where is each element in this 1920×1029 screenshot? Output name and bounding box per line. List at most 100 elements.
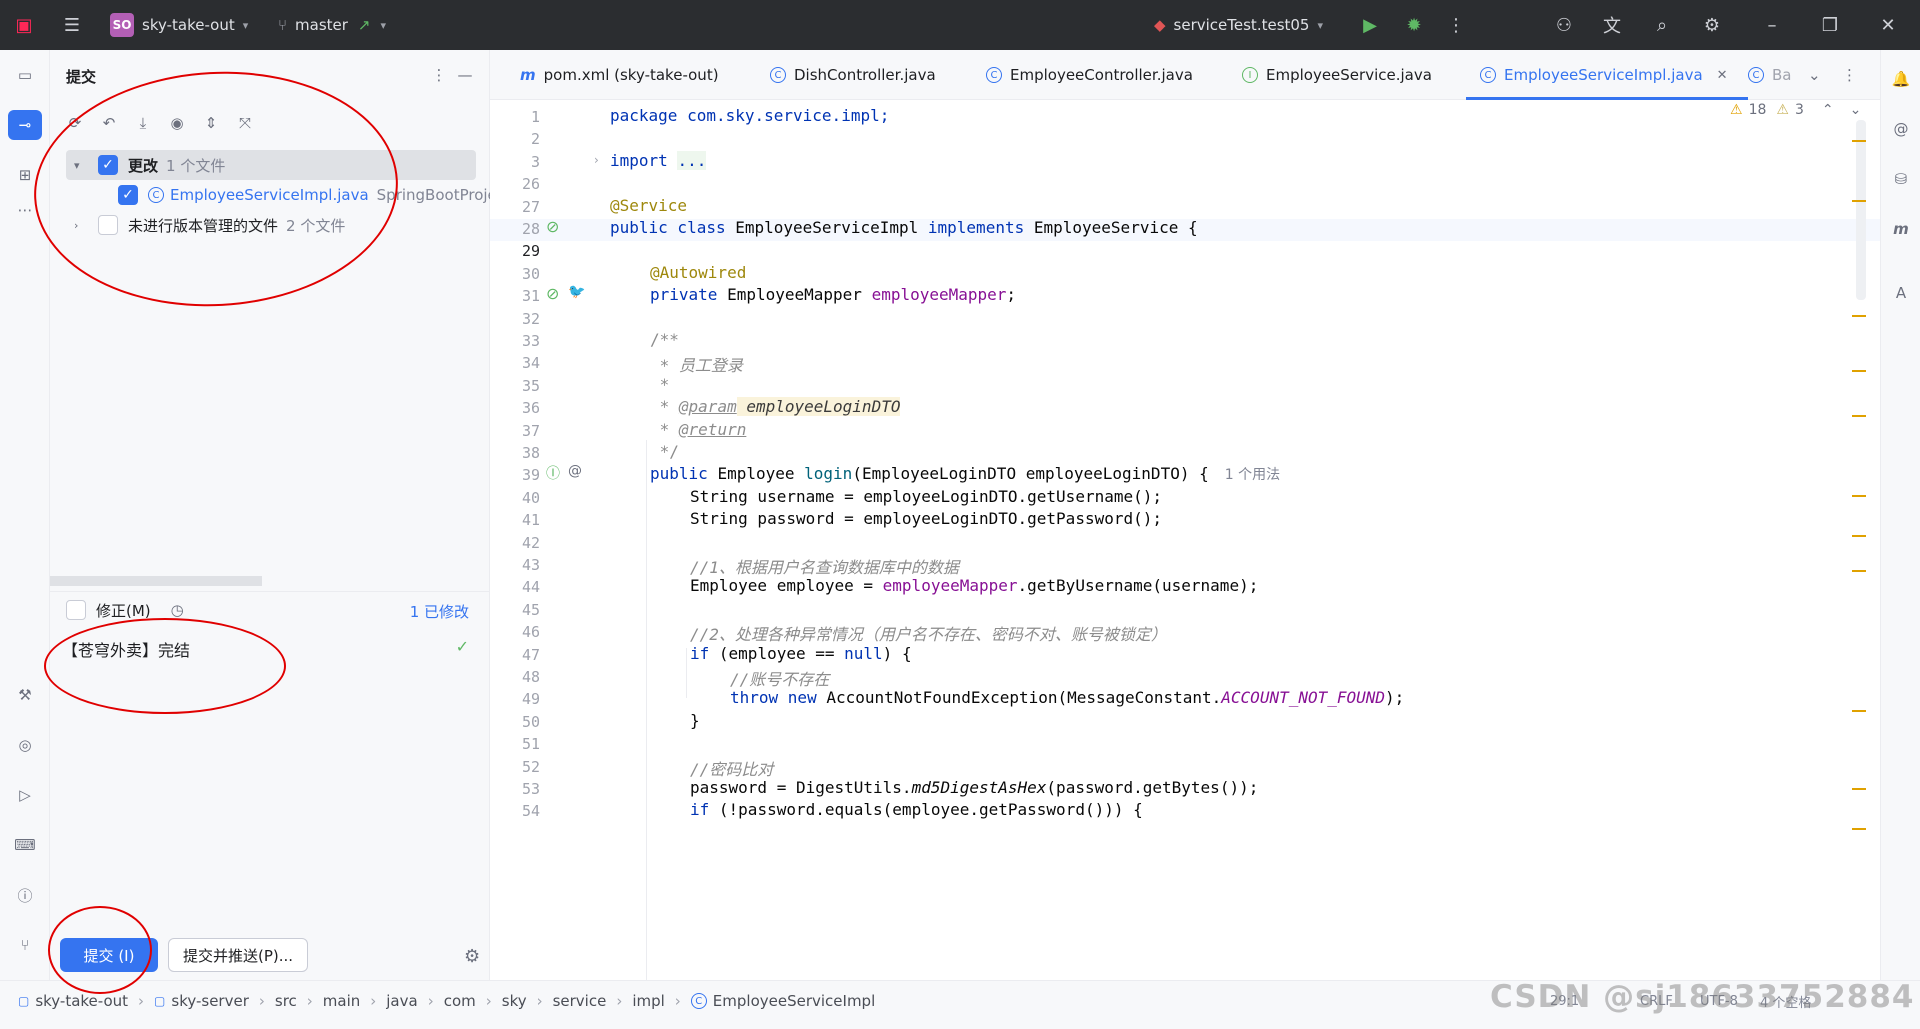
tab-dish-controller[interactable]: C DishController.java [770, 50, 936, 100]
more-tools-icon[interactable]: ⋯ [10, 195, 40, 225]
vertical-scrollbar-thumb[interactable] [1856, 120, 1866, 300]
minimize-icon[interactable]: – [1760, 13, 1784, 37]
close-tab-icon[interactable]: ✕ [1717, 68, 1728, 83]
spring-bean-icon[interactable]: ⊘ [546, 284, 559, 303]
tab-employee-service-impl[interactable]: C EmployeeServiceImpl.java ✕ [1466, 50, 1748, 100]
mybatis-bird-icon[interactable]: 🐦 [568, 284, 585, 300]
check-icon: ✓ [455, 637, 469, 656]
run-config-selector[interactable]: ◆ serviceTest.test05 ▾ [1154, 0, 1323, 50]
inspection-widget[interactable]: ⚠ 18 ⚠ 3 ⌃ ⌄ [1730, 100, 1861, 130]
git-icon[interactable]: ⑂ [10, 930, 40, 960]
warning-marker[interactable] [1852, 535, 1866, 537]
tab-ba[interactable]: C Ba [1748, 50, 1798, 100]
code-editor[interactable]: ⚠ 18 ⚠ 3 ⌃ ⌄ 1 2 3 26 27 28 29 30 31 32 33… [490, 100, 1880, 980]
build-icon[interactable]: ⚒ [10, 680, 40, 710]
breadcrumb-item[interactable]: service [553, 992, 607, 1010]
warning-marker[interactable] [1852, 788, 1866, 790]
warning-marker[interactable] [1852, 200, 1866, 202]
warning-marker[interactable] [1852, 315, 1866, 317]
notifications-icon[interactable]: 🔔 [1886, 64, 1916, 94]
ai-assistant-icon[interactable]: @ [1886, 114, 1916, 144]
run-icon[interactable]: ▶ [1358, 13, 1382, 37]
amend-checkbox[interactable] [66, 600, 86, 620]
usage-hint[interactable]: 1 个用法 [1225, 467, 1280, 483]
database-icon[interactable]: ⛁ [1886, 164, 1916, 194]
changes-group[interactable]: ▾ ✓ 更改 1 个文件 [66, 151, 225, 179]
changed-file-row[interactable]: ✓ C EmployeeServiceImpl.java SpringBootP… [118, 181, 497, 209]
rollback-icon[interactable]: ↶ [98, 112, 120, 134]
settings-icon[interactable]: ⚙ [1700, 13, 1724, 37]
folded-imports[interactable]: ... [677, 151, 707, 170]
horizontal-scrollbar[interactable] [50, 576, 262, 586]
maven-icon[interactable]: m [1886, 214, 1916, 244]
warning-marker[interactable] [1852, 370, 1866, 372]
prev-highlight-icon[interactable]: ⌃ [1822, 102, 1834, 118]
spring-bean-icon[interactable]: ⊘ [546, 217, 559, 236]
breadcrumb-item[interactable]: main [323, 992, 360, 1010]
breadcrumb-item[interactable]: sky [502, 992, 527, 1010]
ide-logo-icon[interactable]: ▣ [12, 13, 36, 37]
warning-marker[interactable] [1852, 710, 1866, 712]
commit-icon[interactable]: ⊸ [8, 110, 42, 140]
breadcrumb-item[interactable]: src [275, 992, 297, 1010]
options-icon[interactable]: ⋮ [428, 64, 450, 86]
restore-icon[interactable]: ❐ [1818, 13, 1842, 37]
changes-checkbox[interactable]: ✓ [98, 155, 118, 175]
shelve-icon[interactable]: ⤓ [132, 112, 154, 134]
commit-settings-icon[interactable]: ⚙ [464, 946, 480, 967]
branch-selector[interactable]: ⑂ master ↗ ▾ [278, 0, 386, 50]
tab-pom-xml[interactable]: m pom.xml (sky-take-out) [520, 50, 719, 100]
unversioned-checkbox[interactable] [98, 215, 118, 235]
services-icon[interactable]: ◎ [10, 730, 40, 760]
breadcrumb-item[interactable]: sky-server [171, 992, 248, 1010]
override-at-icon[interactable]: @ [568, 463, 582, 479]
refresh-icon[interactable]: ⟳ [64, 112, 86, 134]
translate-icon[interactable]: 文 [1600, 13, 1624, 37]
structure-icon[interactable]: ⊞ [10, 160, 40, 190]
tab-options-icon[interactable]: ⋮ [1842, 50, 1857, 100]
unversioned-group[interactable]: › 未进行版本管理的文件 2 个文件 [66, 211, 345, 239]
hide-panel-icon[interactable]: — [454, 64, 476, 86]
warning-marker[interactable] [1852, 415, 1866, 417]
more-icon[interactable]: ⋮ [1444, 13, 1468, 37]
warning-marker[interactable] [1852, 140, 1866, 142]
project-selector[interactable]: SO sky-take-out ▾ [110, 0, 248, 50]
file-checkbox[interactable]: ✓ [118, 185, 138, 205]
project-folder-icon[interactable]: ▭ [10, 60, 40, 90]
terminal-icon[interactable]: ⌨ [10, 830, 40, 860]
modified-count[interactable]: 1 已修改 [410, 601, 469, 622]
tab-employee-controller[interactable]: C EmployeeController.java [986, 50, 1193, 100]
warning-marker[interactable] [1852, 828, 1866, 830]
expand-all-icon[interactable]: ⇕ [200, 112, 222, 134]
warning-marker[interactable] [1852, 495, 1866, 497]
chevron-down-icon[interactable]: ▾ [74, 159, 90, 172]
breadcrumb-item[interactable]: java [386, 992, 417, 1010]
collapse-all-icon[interactable]: ⤧ [234, 112, 256, 134]
tab-list-icon[interactable]: ⌄ [1808, 50, 1821, 100]
fold-chevron-icon[interactable]: › [594, 153, 599, 167]
chevron-right-icon[interactable]: › [74, 219, 90, 232]
run-tool-icon[interactable]: ▷ [10, 780, 40, 810]
debug-icon[interactable]: ✹ [1402, 13, 1426, 37]
add-user-icon[interactable]: ⚇ [1552, 13, 1576, 37]
problems-icon[interactable]: ⓘ [10, 880, 40, 910]
commit-push-button[interactable]: 提交并推送(P)... [168, 938, 308, 972]
tab-employee-service[interactable]: I EmployeeService.java [1242, 50, 1432, 100]
amend-row[interactable]: 修正(M) ◷ [66, 596, 184, 624]
translation-panel-icon[interactable]: A [1886, 278, 1916, 308]
breadcrumb-item[interactable]: EmployeeServiceImpl [713, 992, 875, 1010]
next-highlight-icon[interactable]: ⌄ [1850, 102, 1862, 118]
warning-marker[interactable] [1852, 570, 1866, 572]
breadcrumb-item[interactable]: com [444, 992, 476, 1010]
close-icon[interactable]: ✕ [1876, 13, 1900, 37]
search-icon[interactable]: ⌕ [1650, 13, 1674, 37]
breadcrumb-item[interactable]: sky-take-out [35, 992, 128, 1010]
main-menu-icon[interactable]: ☰ [60, 13, 84, 37]
commit-button[interactable]: 提交 (I) [60, 938, 158, 972]
line-number: 53 [521, 780, 540, 798]
breadcrumb-item[interactable]: impl [632, 992, 664, 1010]
commit-message[interactable]: 【苍穹外卖】完结 [62, 637, 190, 661]
implements-icon[interactable]: Ⓘ [546, 463, 560, 483]
show-diff-icon[interactable]: ◉ [166, 112, 188, 134]
history-icon[interactable]: ◷ [171, 601, 184, 619]
